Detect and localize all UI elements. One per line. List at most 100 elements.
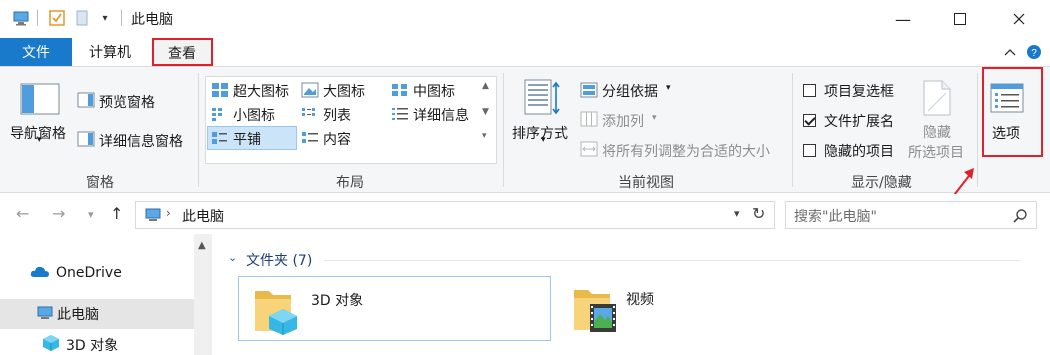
layout-large-icons[interactable]: 大图标: [323, 81, 365, 101]
navigation-pane-icon: [20, 83, 60, 119]
refresh-icon[interactable]: ↻: [752, 204, 765, 223]
layout-content[interactable]: 内容: [323, 129, 351, 149]
folder-videos-icon: [572, 282, 620, 338]
minimize-button[interactable]: —: [880, 0, 926, 38]
size-all-columns-button[interactable]: 将所有列调整为合适的大小: [602, 141, 770, 161]
hidden-items-label[interactable]: 隐藏的项目: [824, 141, 894, 161]
svg-text:?: ?: [1031, 48, 1037, 59]
address-chevron-icon[interactable]: ›: [166, 206, 171, 220]
close-icon: [1013, 13, 1025, 25]
close-button[interactable]: [996, 0, 1042, 38]
folders-group-header[interactable]: 文件夹 (7): [246, 250, 312, 270]
medium-icons-icon: [391, 82, 409, 102]
nav-item-onedrive[interactable]: OneDrive: [56, 265, 122, 281]
layout-scroll-up-icon[interactable]: ▲: [482, 81, 489, 91]
options-icon: [990, 83, 1024, 117]
nav-scrollbar[interactable]: ▲: [194, 234, 212, 355]
nav-this-pc-icon: [36, 305, 54, 325]
address-this-pc-icon: [144, 207, 162, 227]
layout-list[interactable]: 列表: [323, 105, 351, 125]
recent-locations-icon[interactable]: ▾: [88, 208, 94, 221]
ribbon-separator: [503, 73, 504, 187]
large-icons-icon: [301, 82, 319, 102]
search-icon[interactable]: [1012, 208, 1028, 228]
ribbon-separator: [792, 73, 793, 187]
maximize-button[interactable]: [937, 0, 983, 38]
tab-computer[interactable]: 计算机: [78, 38, 142, 66]
address-dropdown-icon[interactable]: ▾: [734, 207, 740, 220]
hide-selected-label-2[interactable]: 所选项目: [908, 142, 964, 162]
title-bar: ▾ 此电脑 —: [0, 0, 1050, 38]
address-bar[interactable]: › 此电脑 ▾ ↻: [135, 201, 775, 229]
tiles-icon: [211, 130, 229, 150]
back-arrow-icon[interactable]: ←: [16, 204, 29, 223]
group-by-dropdown-icon[interactable]: ▾: [666, 83, 671, 93]
folder-tile-3d-objects[interactable]: 3D 对象: [238, 276, 551, 341]
minimize-ribbon-icon[interactable]: [1000, 42, 1020, 62]
layout-group-label: 布局: [336, 175, 364, 191]
layout-medium-icons[interactable]: 中图标: [413, 81, 455, 101]
file-extensions-label[interactable]: 文件扩展名: [824, 111, 894, 131]
customize-qa-dropdown-icon[interactable]: ▾: [98, 9, 112, 27]
ribbon: 导航窗格 ▾ 预览窗格 详细信息窗格 窗格 超大图标 大图标 中图标 小图标 列…: [0, 66, 1050, 193]
details-pane-icon: [77, 131, 95, 151]
navigation-pane: OneDrive 此电脑 3D 对象 ▲: [0, 234, 212, 355]
tab-file[interactable]: 文件: [0, 38, 72, 66]
qa-divider-2: [120, 9, 122, 27]
folder-name-videos: 视频: [626, 292, 654, 308]
current-view-group-label: 当前视图: [618, 175, 674, 191]
folder-3d-objects-icon: [253, 283, 301, 339]
nav-3d-objects-icon: [42, 334, 60, 355]
nav-item-3d-objects[interactable]: 3D 对象: [66, 335, 118, 355]
hide-selected-label-1[interactable]: 隐藏: [923, 122, 951, 142]
search-input[interactable]: 搜索"此电脑": [785, 201, 1037, 229]
layout-extra-large-icons[interactable]: 超大图标: [233, 81, 289, 101]
up-arrow-icon[interactable]: ↑: [110, 204, 123, 223]
add-columns-button[interactable]: 添加列: [602, 111, 644, 131]
show-hide-group-label: 显示/隐藏: [851, 175, 912, 191]
group-by-button[interactable]: 分组依据: [602, 81, 658, 101]
tab-view[interactable]: 查看: [152, 38, 212, 66]
group-collapse-icon[interactable]: ⌄: [228, 251, 237, 264]
details-pane-button[interactable]: 详细信息窗格: [99, 131, 183, 151]
layout-more-icon[interactable]: ▾: [482, 131, 487, 141]
folder-tile-videos[interactable]: 视频: [564, 276, 877, 341]
address-path[interactable]: 此电脑: [182, 206, 224, 226]
this-pc-icon: [12, 9, 30, 27]
list-icon: [301, 106, 319, 126]
content-area: ⌄ 文件夹 (7) 3D 对象 视频: [212, 234, 1050, 355]
qa-divider: [36, 9, 38, 27]
search-placeholder: 搜索"此电脑": [794, 209, 877, 225]
content-icon: [301, 130, 319, 150]
file-extensions-checkbox[interactable]: [803, 114, 816, 127]
small-icons-icon: [211, 106, 229, 126]
group-header-line: [324, 260, 1020, 261]
nav-item-this-pc[interactable]: 此电脑: [57, 304, 99, 324]
size-columns-icon: [580, 141, 598, 161]
panes-group-label: 窗格: [86, 175, 114, 191]
help-icon[interactable]: ?: [1024, 42, 1044, 62]
scroll-up-icon[interactable]: ▲: [198, 240, 206, 251]
navigation-pane-dropdown-icon[interactable]: ▾: [37, 135, 42, 145]
hidden-items-checkbox[interactable]: [803, 144, 816, 157]
layout-details[interactable]: 详细信息: [413, 105, 469, 125]
ribbon-separator: [198, 73, 199, 187]
sort-by-dropdown-icon[interactable]: ▾: [541, 135, 546, 145]
add-columns-dropdown-icon[interactable]: ▾: [652, 113, 657, 123]
properties-icon[interactable]: [48, 9, 66, 27]
options-button[interactable]: 选项: [992, 123, 1020, 143]
onedrive-icon: [30, 265, 50, 283]
forward-arrow-icon[interactable]: →: [52, 204, 65, 223]
layout-tiles[interactable]: 平铺: [233, 129, 261, 149]
layout-small-icons[interactable]: 小图标: [233, 105, 275, 125]
sort-by-button[interactable]: 排序方式: [512, 123, 568, 143]
hide-selected-items-icon: [922, 79, 952, 121]
item-checkboxes-label[interactable]: 项目复选框: [824, 81, 894, 101]
preview-pane-icon: [77, 92, 95, 112]
new-folder-icon[interactable]: [74, 9, 92, 27]
details-icon: [391, 106, 409, 126]
window-title: 此电脑: [131, 12, 173, 28]
item-checkboxes-checkbox[interactable]: [803, 84, 816, 97]
layout-scroll-down-icon[interactable]: ▼: [482, 107, 489, 117]
preview-pane-button[interactable]: 预览窗格: [99, 92, 155, 112]
